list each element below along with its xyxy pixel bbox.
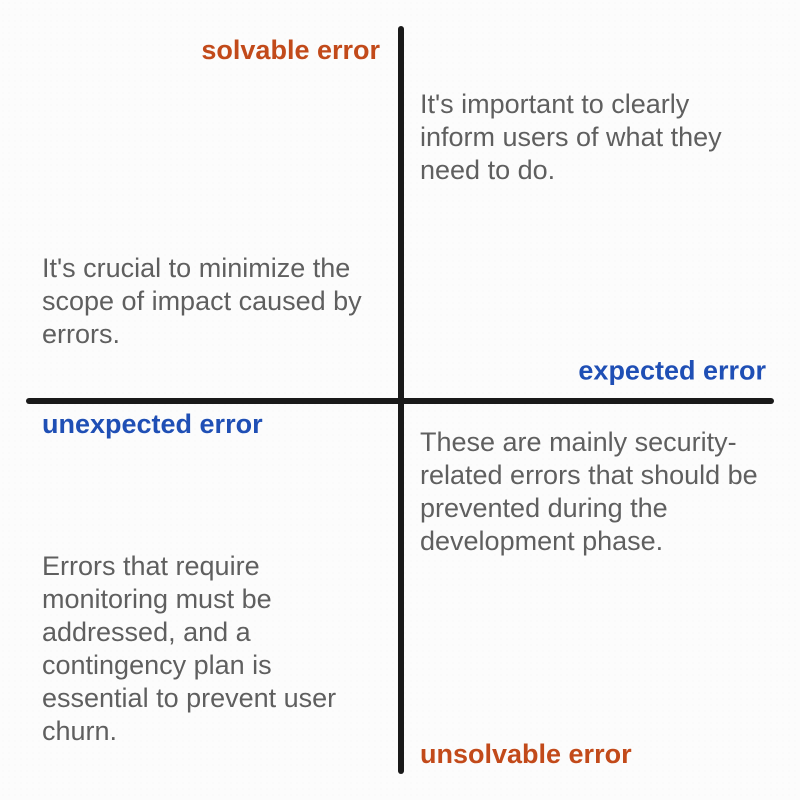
quadrant-top-left-text: It's crucial to minimize the scope of im… [42, 252, 372, 351]
quadrant-bottom-left-text: Errors that require monitoring must be a… [42, 550, 372, 748]
axis-label-bottom: unsolvable error [420, 740, 632, 770]
axis-label-top: solvable error [201, 36, 380, 66]
quadrant-top-right-text: It's important to clearly inform users o… [420, 88, 750, 187]
horizontal-axis [26, 398, 774, 404]
quadrant-bottom-right-text: These are mainly security-related errors… [420, 426, 760, 558]
axis-label-left: unexpected error [42, 410, 263, 440]
axis-label-right: expected error [578, 356, 766, 386]
